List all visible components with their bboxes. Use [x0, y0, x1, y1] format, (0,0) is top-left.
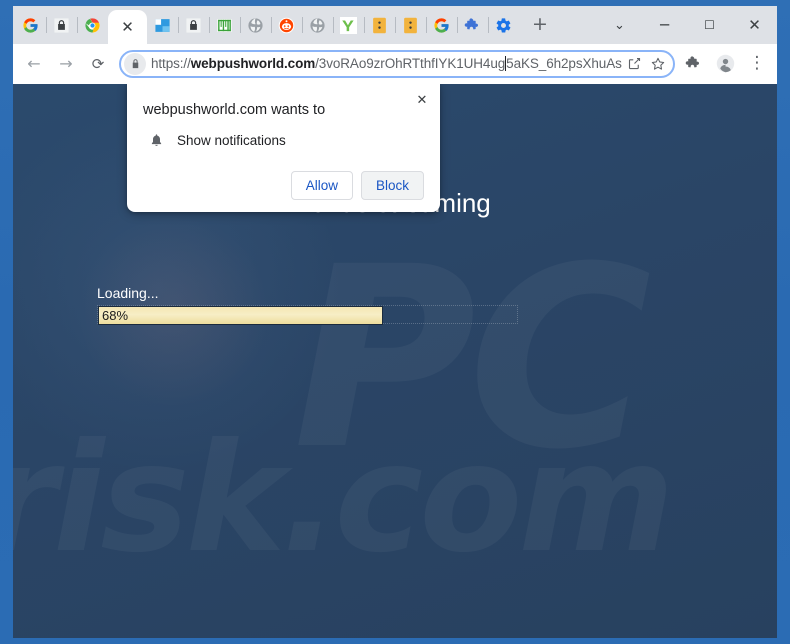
bookmark-star-button[interactable]: [647, 53, 669, 75]
chrome-menu-button[interactable]: ⋮: [743, 50, 771, 78]
back-button[interactable]: ←: [19, 49, 49, 79]
window-controls: ⌄ ─ ☐ ✕: [597, 6, 777, 44]
puzzle-piece-icon: [464, 17, 479, 29]
tab-google-2[interactable]: [426, 6, 457, 44]
maximize-button[interactable]: ☐: [687, 6, 732, 44]
browser-window: ✕ + ⌄ ─ ☐ ✕ ← → ⟳ https://webpushworld.c…: [13, 6, 777, 638]
reload-button[interactable]: ⟳: [83, 49, 113, 79]
chrome-icon: [85, 17, 100, 33]
tab-globe-2[interactable]: [302, 6, 333, 44]
minimize-button[interactable]: ─: [642, 6, 687, 44]
profile-button[interactable]: [711, 50, 739, 78]
grey-globe-icon: [248, 17, 263, 33]
tab-secure-1[interactable]: [46, 6, 77, 44]
puzzle-piece-icon: [685, 56, 699, 68]
share-icon: [628, 57, 640, 70]
permission-label: Show notifications: [177, 133, 286, 148]
tab-orange-dots-1[interactable]: [364, 6, 395, 44]
site-info-button[interactable]: [124, 52, 146, 75]
blue-window-icon: [155, 18, 170, 32]
profile-avatar-icon: [716, 54, 734, 73]
reddit-icon: [278, 17, 295, 33]
grey-globe-icon: [310, 17, 325, 33]
permission-row: Show notifications: [149, 132, 424, 149]
orange-dots-icon: [373, 17, 386, 33]
browser-toolbar: ← → ⟳ https://webpushworld.com/3voRAo9zr…: [13, 44, 777, 84]
progress-percent-label: 68%: [102, 307, 129, 323]
tab-settings-gear[interactable]: [488, 6, 519, 44]
tab-active-webpushworld[interactable]: ✕: [108, 10, 147, 44]
extensions-button[interactable]: [679, 50, 707, 78]
tab-chrome[interactable]: [77, 6, 108, 44]
tab-yahoo[interactable]: [333, 6, 364, 44]
google-g-icon: [23, 17, 38, 33]
tab-globe-1[interactable]: [240, 6, 271, 44]
yahoo-y-icon: [340, 16, 357, 34]
tab-search-chevron-icon[interactable]: ⌄: [597, 6, 642, 44]
gear-icon: [496, 17, 511, 33]
green-barcode-icon: [217, 18, 232, 32]
address-bar[interactable]: https://webpushworld.com/3voRAo9zrOhRTth…: [119, 49, 675, 78]
three-dot-menu-icon: ⋮: [748, 53, 766, 73]
url-path-before-caret: /3voRAo9zrOhRTthfIYK1UH4ug: [315, 56, 506, 71]
loading-label: Loading...: [97, 285, 159, 301]
new-tab-button[interactable]: +: [525, 9, 555, 39]
dialog-actions: Allow Block: [143, 171, 424, 200]
url-host: webpushworld.com: [190, 56, 316, 71]
tab-strip: ✕ + ⌄ ─ ☐ ✕: [13, 6, 777, 44]
tab-secure-2[interactable]: [178, 6, 209, 44]
url-path-after-caret: 5aKS_6h2psXhuAsI: [506, 56, 623, 71]
lock-padlock-icon: [54, 17, 69, 33]
lock-padlock-icon: [186, 17, 201, 33]
notification-permission-dialog: ✕ webpushworld.com wants to Show notific…: [127, 84, 440, 212]
bell-icon: [151, 134, 162, 146]
tab-green-barcode[interactable]: [209, 6, 240, 44]
tab-extension-puzzle[interactable]: [457, 6, 488, 44]
share-button[interactable]: [623, 53, 645, 75]
tab-reddit[interactable]: [271, 6, 302, 44]
star-icon: [651, 57, 665, 70]
close-window-button[interactable]: ✕: [732, 6, 777, 44]
google-g-icon: [434, 17, 449, 33]
progress-bar-fill: 68%: [98, 305, 383, 325]
tab-google-1[interactable]: [15, 6, 46, 44]
block-button[interactable]: Block: [360, 171, 424, 200]
active-tab-close-icon[interactable]: ✕: [121, 19, 134, 35]
dialog-title: webpushworld.com wants to: [143, 102, 326, 118]
orange-dots-icon: [404, 17, 417, 33]
tab-orange-dots-2[interactable]: [395, 6, 426, 44]
lock-icon: [132, 58, 138, 68]
browser-window-frame: ✕ + ⌄ ─ ☐ ✕ ← → ⟳ https://webpushworld.c…: [0, 0, 790, 644]
web-page-content: PC risk.com tinue streaming Loading... 6…: [13, 84, 777, 638]
dialog-close-button[interactable]: ✕: [412, 90, 432, 110]
forward-button[interactable]: →: [51, 49, 81, 79]
url-text[interactable]: https://webpushworld.com/3voRAo9zrOhRTth…: [151, 56, 623, 71]
progress-bar-track: 68%: [97, 304, 518, 325]
loading-section: Loading... 68%: [97, 284, 518, 325]
allow-button[interactable]: Allow: [290, 171, 353, 200]
tab-blue-window[interactable]: [147, 6, 178, 44]
url-scheme: https://: [151, 56, 191, 71]
pinned-tabs-container: ✕ +: [13, 6, 555, 44]
